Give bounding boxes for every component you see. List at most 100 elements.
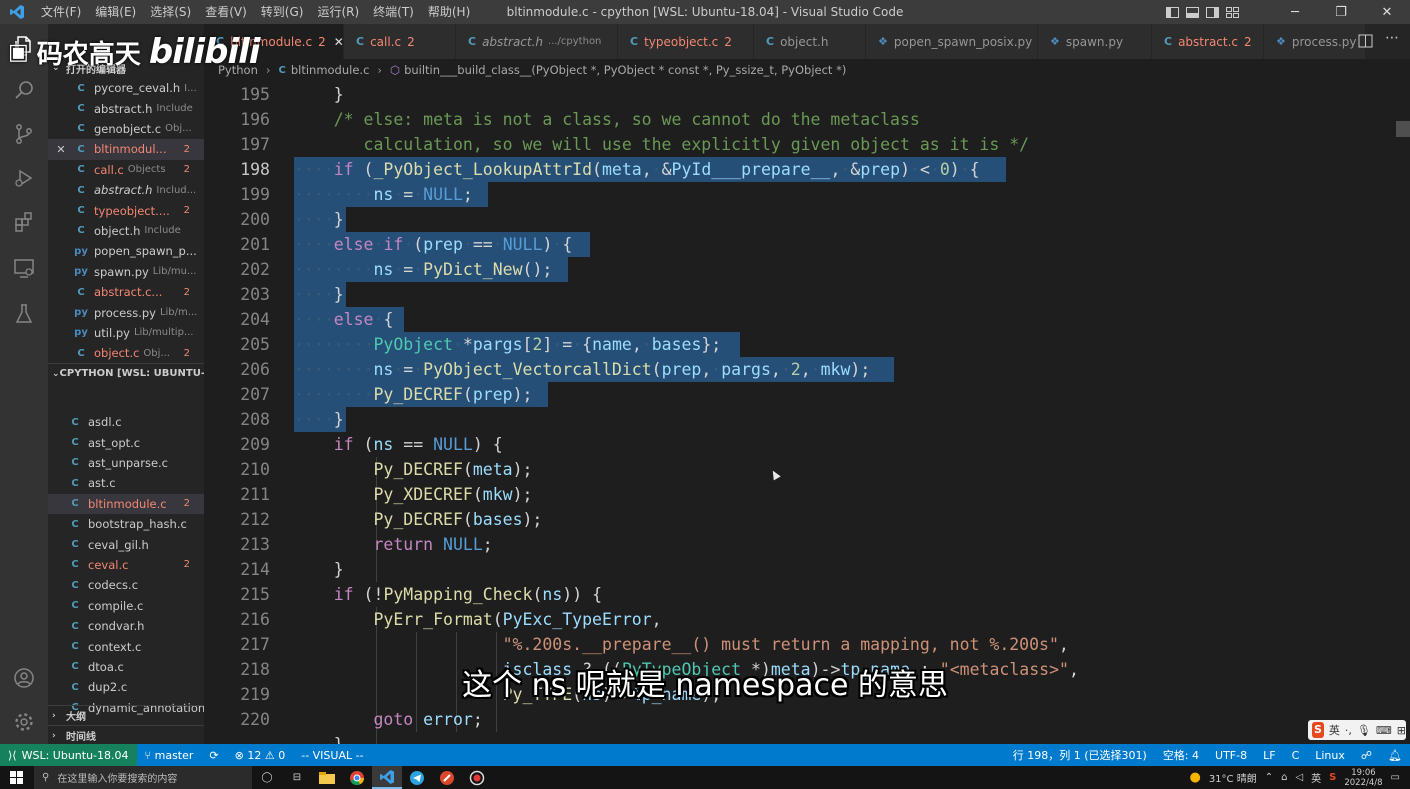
problems-indicator[interactable]: ⊗ 12 ⚠ 0 [227,749,294,762]
editor-tab[interactable]: ❖ process.py [1264,24,1366,59]
run-debug-icon[interactable] [0,156,48,200]
menu-edit[interactable]: 编辑(E) [88,0,143,24]
tray-chevron-up-icon[interactable]: ⌃ [1265,772,1273,783]
menu-terminal[interactable]: 终端(T) [366,0,421,24]
encoding[interactable]: UTF-8 [1207,749,1255,762]
telegram-icon[interactable] [402,766,432,789]
ime-toolbar[interactable]: S 英 ·, 🎙︎ ⌨ ⊞ [1308,720,1406,740]
editor-tab[interactable]: ❖ popen_spawn_posix.py [866,24,1038,59]
minimize-icon[interactable]: ─ [1272,0,1318,24]
feedback-icon[interactable]: ☍ [1353,749,1380,762]
input-language[interactable]: 英 [1311,770,1321,785]
open-editor-item[interactable]: py spawn.py Lib/mu... [48,262,204,282]
menu-selection[interactable]: 选择(S) [143,0,198,24]
open-editor-item[interactable]: Cabstract.h Include [48,98,204,118]
remote-indicator[interactable]: ⟩⟨ WSL: Ubuntu-18.04 [0,744,137,766]
file-tree-item[interactable]: Cbltinmodule.c 2 [48,493,204,514]
indentation[interactable]: 空格: 4 [1155,747,1207,763]
task-view-icon[interactable]: ◯ [252,766,282,789]
file-tree-item[interactable]: Cceval.c 2 [48,555,204,575]
menu-help[interactable]: 帮助(H) [421,0,477,24]
menu-go[interactable]: 转到(G) [254,0,311,24]
editor-tab[interactable]: Cabstract.c 2 [1152,24,1264,59]
clock[interactable]: 19:06 2022/4/8 [1344,768,1382,788]
sync-icon[interactable]: ⟳ [201,749,226,762]
file-tree-item[interactable]: Casdl.c [48,412,204,432]
open-editor-item[interactable]: ✕ Cbltinmodul... 2 [48,139,204,160]
file-tree-item[interactable]: Ccompile.c [48,596,204,616]
settings-gear-icon[interactable] [0,700,48,744]
open-editor-item[interactable]: Cabstract.c... 2 [48,282,204,302]
timeline-header[interactable]: › 时间线 [48,725,204,744]
open-editor-item[interactable]: py process.py Lib/m... [48,302,204,322]
open-editor-item[interactable]: Cpycore_ceval.h I... [48,78,204,98]
weather-text[interactable]: 31°C 晴朗 [1209,770,1257,785]
file-name: object.c [94,346,140,361]
extensions-icon[interactable] [0,200,48,244]
menu-file[interactable]: 文件(F) [34,0,88,24]
file-tree-item[interactable]: Ccodecs.c [48,575,204,595]
file-tree-item[interactable]: Cast_unparse.c [48,453,204,473]
chrome-icon[interactable] [342,766,372,789]
breadcrumb-symbol[interactable]: builtin___build_class__(PyObject *, PyOb… [404,63,846,77]
source-control-icon[interactable] [0,112,48,156]
open-editor-item[interactable]: Ccall.c Objects 2 [48,160,204,180]
breadcrumb-file[interactable]: bltinmodule.c [291,63,370,77]
windows-start-icon[interactable] [10,771,23,787]
git-branch[interactable]: ⑂ master [137,749,202,762]
line-ending[interactable]: LF [1255,749,1283,762]
file-tree-item[interactable]: Cast_opt.c [48,432,204,452]
restore-icon[interactable]: ❐ [1318,0,1364,24]
open-editor-item[interactable]: Cobject.c Obj... 2 [48,343,204,363]
vscode-taskbar-icon[interactable] [372,766,402,789]
menu-run[interactable]: 运行(R) [310,0,366,24]
editor-tab[interactable]: Ccall.c 2 [344,24,456,59]
toggle-secondary-sidebar-icon[interactable] [1202,0,1222,24]
testing-icon[interactable] [0,292,48,336]
close-icon[interactable]: ✕ [48,143,74,156]
file-tree-item[interactable]: Cbootstrap_hash.c [48,514,204,534]
multitask-icon[interactable]: ⊟ [282,766,312,789]
close-window-icon[interactable]: ✕ [1364,0,1410,24]
open-editor-item[interactable]: Cgenobject.c Obj... [48,119,204,139]
cursor-position[interactable]: 行 198，列 1 (已选择301) [1005,747,1155,763]
menu-view[interactable]: 查看(V) [198,0,254,24]
toggle-sidebar-icon[interactable] [1162,0,1182,24]
file-tree-item[interactable]: Ccontext.c [48,636,204,656]
network-icon[interactable]: ⌂ [1281,772,1287,783]
screen-recorder-icon[interactable] [462,766,492,789]
notifications-bell-icon[interactable]: 🔔︎ [1380,749,1410,762]
close-tab-icon[interactable]: ✕ [334,35,343,49]
open-editor-item[interactable]: Cobject.h Include [48,221,204,241]
customize-layout-icon[interactable] [1222,0,1242,24]
split-editor-icon[interactable] [1358,33,1374,53]
file-tree-item[interactable]: Ccondvar.h [48,616,204,636]
toggle-panel-icon[interactable] [1182,0,1202,24]
app-red-icon[interactable] [432,766,462,789]
language-mode[interactable]: C [1284,749,1308,762]
open-editor-item[interactable]: py popen_spawn_p... [48,241,204,261]
more-actions-icon[interactable]: ⋯ [1385,30,1399,46]
remote-explorer-icon[interactable] [0,246,48,290]
file-tree-item[interactable]: Cast.c [48,473,204,493]
open-editor-item[interactable]: py util.py Lib/multip... [48,323,204,343]
code-editor[interactable]: 195 196 197 198 199 200 201 202 203 204 205 206 207 2… [204,81,1410,744]
outline-header[interactable]: › 大纲 [48,705,204,725]
file-explorer-icon[interactable] [312,766,342,789]
sogou-tray-icon[interactable]: S [1329,772,1336,783]
editor-tab[interactable]: Ctypeobject.c 2 [618,24,754,59]
open-editor-item[interactable]: Ctypeobject.... 2 [48,200,204,220]
open-editor-item[interactable]: Cabstract.h Includ... [48,180,204,200]
editor-tab[interactable]: Cobject.h [754,24,866,59]
search-icon[interactable] [0,68,48,112]
file-tree-item[interactable]: Cceval_gil.h [48,534,204,554]
notification-center-icon[interactable]: ▭ [1391,772,1400,783]
volume-icon[interactable]: ◁ [1295,772,1303,783]
taskbar-search[interactable]: ⚲ 在这里输入你要搜索的内容 [34,766,252,789]
workspace-header[interactable]: ⌄ CPYTHON [WSL: UBUNTU-... [48,363,204,383]
platform[interactable]: Linux [1307,749,1353,762]
editor-tab[interactable]: ❖ spawn.py [1038,24,1152,59]
editor-scrollbar[interactable] [1396,81,1410,744]
scrollbar-thumb[interactable] [1396,121,1410,137]
editor-tab[interactable]: Cabstract.h .../cpython [456,24,618,59]
